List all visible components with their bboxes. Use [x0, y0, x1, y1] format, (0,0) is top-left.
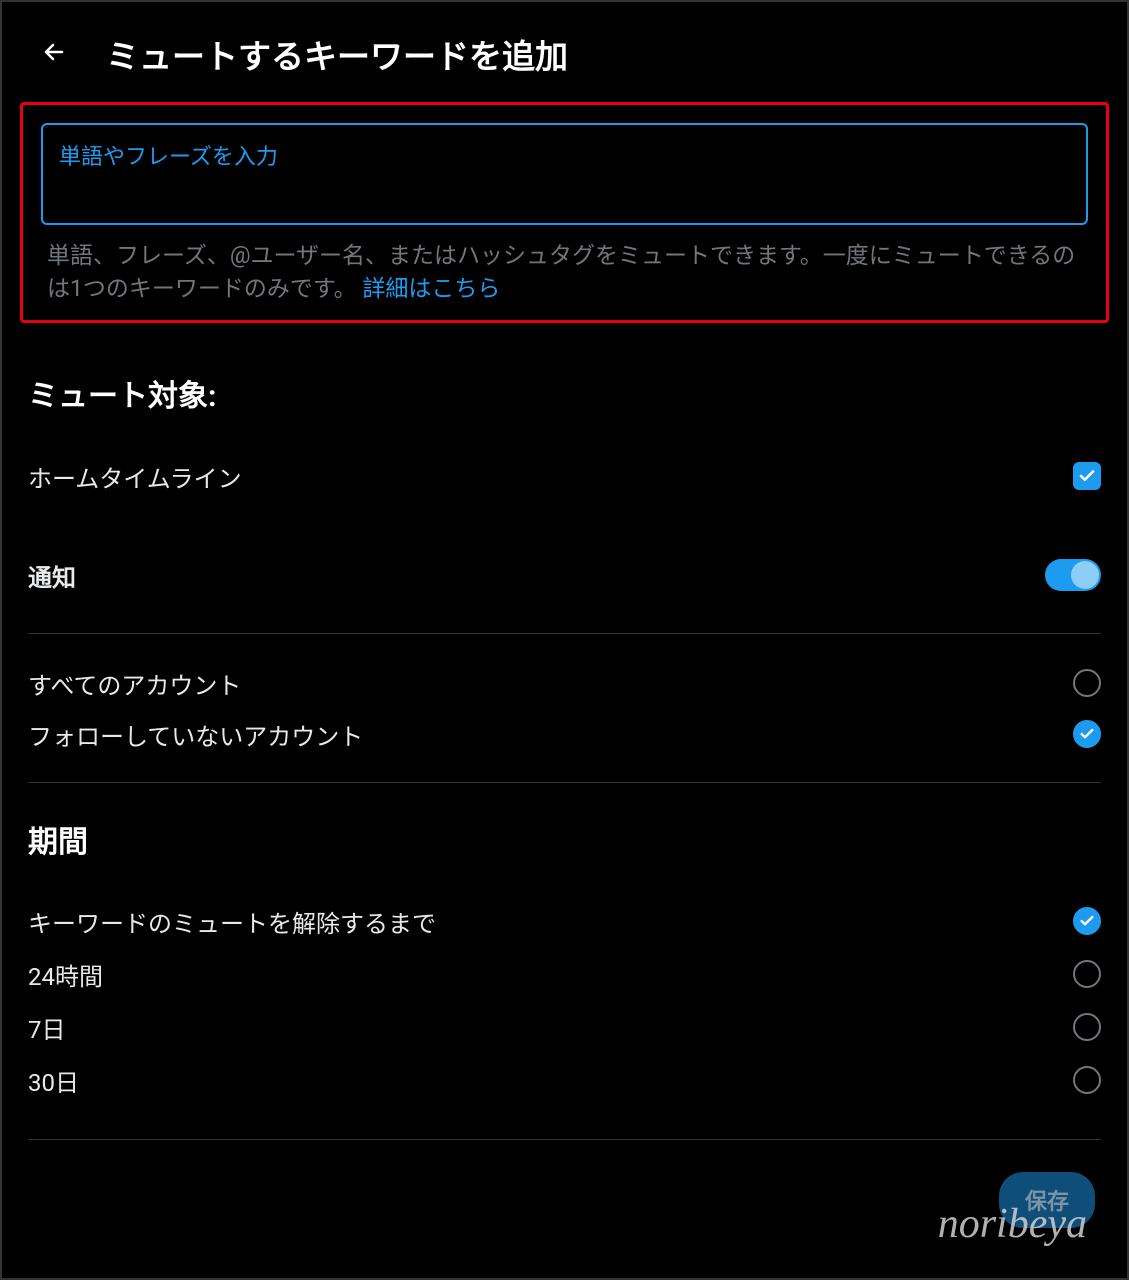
- mute-target-title: ミュート対象:: [28, 371, 1101, 415]
- all-accounts-radio[interactable]: [1073, 669, 1101, 697]
- all-accounts-label: すべてのアカウント: [28, 666, 241, 701]
- home-timeline-checkbox[interactable]: [1073, 462, 1101, 490]
- duration-24h-label: 24時間: [28, 957, 103, 992]
- keyword-input-label: 単語やフレーズを入力: [59, 145, 278, 170]
- notifications-label: 通知: [28, 558, 76, 593]
- duration-24h-radio[interactable]: [1073, 960, 1101, 988]
- page-title: ミュートするキーワードを追加: [106, 30, 568, 78]
- duration-title: 期間: [28, 817, 1101, 861]
- not-following-label: フォローしていないアカウント: [28, 717, 363, 752]
- not-following-radio[interactable]: [1073, 720, 1101, 748]
- divider: [28, 782, 1101, 783]
- duration-30d-label: 30日: [28, 1063, 79, 1098]
- divider: [28, 1139, 1101, 1140]
- keyword-input-highlight: 単語やフレーズを入力 単語、フレーズ、@ユーザー名、またはハッシュタグをミュート…: [20, 102, 1109, 323]
- back-arrow-icon[interactable]: [42, 38, 66, 71]
- notifications-toggle[interactable]: [1045, 559, 1101, 591]
- duration-until-unmute-radio[interactable]: [1073, 907, 1101, 935]
- divider: [28, 633, 1101, 634]
- keyword-input[interactable]: 単語やフレーズを入力: [41, 123, 1088, 225]
- duration-7d-radio[interactable]: [1073, 1013, 1101, 1041]
- duration-7d-label: 7日: [28, 1010, 66, 1045]
- home-timeline-label: ホームタイムライン: [28, 459, 242, 494]
- learn-more-link[interactable]: 詳細はこちら: [362, 275, 500, 302]
- keyword-help-text: 単語、フレーズ、@ユーザー名、またはハッシュタグをミュートできます。一度にミュー…: [41, 239, 1088, 306]
- save-button[interactable]: 保存: [999, 1172, 1095, 1228]
- duration-until-unmute-label: キーワードのミュートを解除するまで: [28, 904, 436, 939]
- duration-30d-radio[interactable]: [1073, 1066, 1101, 1094]
